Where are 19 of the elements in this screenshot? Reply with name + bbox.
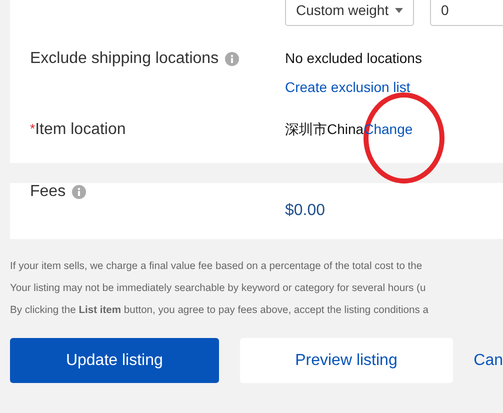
fee-note: By clicking the List item button, you agree to pay fees above, accept the listing conditions a: [10, 304, 430, 318]
weight-input[interactable]: 0: [430, 0, 503, 26]
fees-label: Fees: [30, 183, 66, 201]
fee-note: Your listing may not be immediately searchable by keyword or category for several hours (u: [10, 282, 427, 296]
field-label: Item location: [35, 121, 126, 139]
required-mark: *: [30, 121, 36, 136]
create-exclusion-link[interactable]: Create exclusion list: [285, 79, 422, 95]
info-icon[interactable]: [224, 52, 239, 66]
info-icon[interactable]: [72, 185, 86, 199]
caret-icon: [395, 8, 403, 12]
field-label: Exclude shipping locations: [30, 50, 219, 68]
field-value: 深圳市China: [285, 121, 364, 139]
cancel-link[interactable]: Can: [474, 338, 503, 383]
update-button[interactable]: Update listing: [10, 338, 219, 383]
fee-note: If your item sells, we charge a final value fee based on a percentage of the total cost to the: [10, 260, 424, 274]
field-value: No excluded locations: [285, 50, 422, 66]
weight-unit-select[interactable]: Custom weight: [285, 0, 414, 26]
preview-button[interactable]: Preview listing: [240, 338, 453, 383]
fees-amount: $0.00: [285, 202, 326, 220]
